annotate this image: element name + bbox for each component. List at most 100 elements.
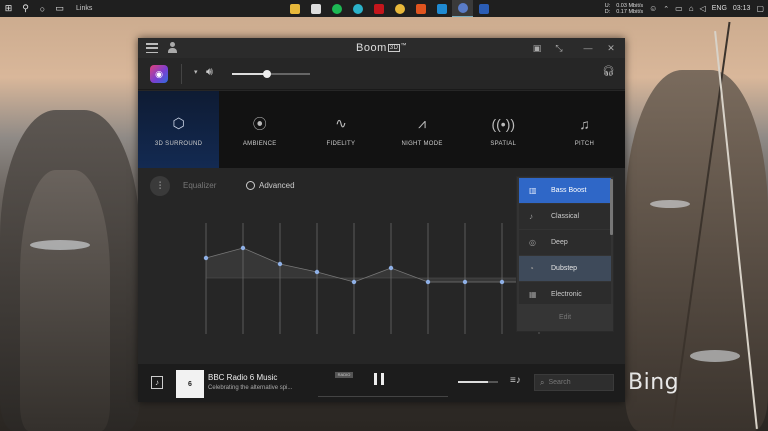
effect-ambience[interactable]: ⦿ AMBIENCE — [219, 91, 300, 168]
volume-knob[interactable] — [263, 70, 272, 78]
people-icon[interactable]: ☺ — [649, 4, 657, 13]
effect-label: AMBIENCE — [242, 140, 277, 147]
guitar-icon: ♪ — [529, 212, 533, 221]
language-indicator[interactable]: ENG — [712, 5, 727, 12]
volume-bar: ◉ ▾ 🔊︎ 🎧︎ — [138, 58, 625, 90]
start-windows-icon[interactable]: ⊞ — [0, 0, 17, 17]
night-mode-icon: ⩘ — [418, 115, 427, 131]
eq-band-handle[interactable] — [462, 279, 468, 285]
ambience-icon: ⦿ — [252, 115, 267, 132]
boom-window: Boom 3D ™ ▣ ⤡ — ✕ ◉ ▾ 🔊︎ 🎧︎ ⬡ 3D SURROUND … — [138, 38, 625, 402]
bass-boost-icon: ▥ — [529, 186, 537, 195]
eq-band-handle[interactable] — [499, 279, 505, 285]
taskbar-apps — [284, 0, 494, 17]
effect-fidelity[interactable]: ∿ FIDELITY — [300, 91, 381, 168]
deep-icon: ◎ — [529, 238, 536, 247]
playback-progress[interactable] — [318, 396, 448, 397]
word-icon[interactable] — [473, 0, 494, 17]
electronic-icon: ▦ — [529, 290, 537, 299]
file-explorer-icon[interactable] — [284, 0, 305, 17]
title-bar: Boom 3D ™ ▣ ⤡ — ✕ — [138, 38, 625, 58]
title-badge: 3D — [387, 44, 401, 52]
preset-deep[interactable]: ◎ Deep — [519, 230, 611, 255]
cortana-icon[interactable]: ○ — [34, 0, 51, 17]
station-subtitle: Celebrating the alternative spi... — [208, 385, 293, 391]
preset-list: ▥ Bass Boost ♪ Classical ◎ Deep ◔ Dubste… — [516, 176, 614, 332]
chrome-icon[interactable] — [389, 0, 410, 17]
vscode-icon[interactable] — [431, 0, 452, 17]
net-labels: U: D: — [604, 2, 611, 15]
chevron-up-icon[interactable]: ⌃ — [663, 5, 669, 13]
effect-label: SPATIAL — [490, 140, 517, 147]
clock[interactable]: 03:13 — [733, 5, 751, 12]
cube-icon: ⬡ — [172, 115, 185, 131]
effect-pitch[interactable]: ♫ PITCH — [544, 91, 625, 168]
office-icon[interactable] — [410, 0, 431, 17]
notification-icon[interactable]: ▢ — [756, 4, 764, 13]
mini-player-icon[interactable]: ▣ — [530, 41, 544, 55]
dubstep-icon: ◔ — [529, 264, 534, 273]
preset-dubstep[interactable]: ◔ Dubstep — [519, 256, 611, 281]
chevron-down-icon[interactable]: ▾ — [194, 68, 198, 76]
eq-band-handle[interactable] — [388, 265, 394, 271]
radio-tag: RADIO — [335, 372, 353, 378]
search-icon: ⌕ — [540, 377, 545, 387]
search-icon[interactable]: ⚲ — [17, 0, 34, 17]
boom-logo-icon: ◉ — [150, 65, 168, 83]
preset-bass-boost[interactable]: ▥ Bass Boost — [519, 178, 611, 203]
effect-label: FIDELITY — [326, 140, 356, 147]
eq-band-handle[interactable] — [203, 255, 209, 261]
effect-label: NIGHT MODE — [401, 140, 443, 147]
eq-band-handle[interactable] — [277, 261, 283, 267]
network-speed: 0.03 Mbit/s 0.17 Mbit/s — [616, 2, 644, 15]
edge-icon[interactable] — [347, 0, 368, 17]
trademark: ™ — [400, 43, 407, 49]
eq-curve-fill — [206, 248, 539, 282]
headphone-icon[interactable]: 🎧︎ — [602, 66, 615, 77]
close-button[interactable]: ✕ — [604, 41, 618, 55]
eq-band-handle[interactable] — [425, 279, 431, 285]
network-icon[interactable]: ⌂ — [689, 4, 694, 13]
links-toolbar[interactable]: Links — [76, 5, 92, 12]
system-tray: U: D: 0.03 Mbit/s 0.17 Mbit/s ☺ ⌃ ▭ ⌂ ◁ … — [605, 0, 768, 17]
effect-label: PITCH — [574, 140, 595, 147]
rock-formation-left-2 — [20, 170, 110, 431]
netflix-icon[interactable] — [368, 0, 389, 17]
station-artwork[interactable]: 6 — [176, 370, 204, 398]
player-bar: ♪ 6 BBC Radio 6 Music Celebrating the al… — [138, 364, 625, 402]
effects-bar: ⬡ 3D SURROUND ⦿ AMBIENCE ∿ FIDELITY ⩘ NI… — [138, 91, 625, 168]
music-file-icon[interactable]: ♪ — [151, 376, 163, 389]
eq-band-handle[interactable] — [240, 245, 246, 251]
snow-patch — [30, 240, 90, 250]
preset-classical[interactable]: ♪ Classical — [519, 204, 611, 229]
spatial-icon: ((•)) — [491, 115, 516, 132]
minimize-button[interactable]: — — [581, 41, 595, 55]
snow-patch — [650, 200, 690, 208]
effect-spatial[interactable]: ((•)) SPATIAL — [463, 91, 544, 168]
volume-slider[interactable] — [232, 70, 310, 78]
preset-edit-button[interactable]: Edit — [517, 304, 613, 331]
volume-icon[interactable]: ◁ — [700, 4, 706, 13]
snow-patch — [690, 350, 740, 362]
spotify-icon[interactable] — [326, 0, 347, 17]
wallpaper-brand: Bing — [628, 370, 680, 395]
battery-icon[interactable]: ▭ — [675, 4, 683, 13]
pause-button[interactable] — [374, 373, 384, 385]
speaker-icon[interactable]: 🔊︎ — [206, 66, 213, 79]
effect-night-mode[interactable]: ⩘ NIGHT MODE — [382, 91, 463, 168]
effect-3d-surround[interactable]: ⬡ 3D SURROUND — [138, 91, 220, 168]
volume-fill — [232, 73, 268, 75]
eq-band-handle[interactable] — [314, 269, 320, 275]
divider — [181, 64, 182, 84]
task-view-icon[interactable]: ▭ — [51, 0, 68, 17]
queue-icon[interactable]: ≡♪ — [510, 375, 521, 386]
search-input[interactable] — [548, 379, 609, 386]
eq-band-handle[interactable] — [351, 279, 357, 285]
store-icon[interactable] — [305, 0, 326, 17]
pin-icon[interactable]: ⤡ — [552, 41, 566, 55]
preset-scrollbar[interactable] — [610, 179, 613, 235]
station-name: BBC Radio 6 Music — [208, 373, 278, 382]
player-volume-slider[interactable] — [458, 381, 498, 383]
boom-app-icon[interactable] — [452, 0, 473, 17]
effect-label: 3D SURROUND — [154, 140, 203, 147]
